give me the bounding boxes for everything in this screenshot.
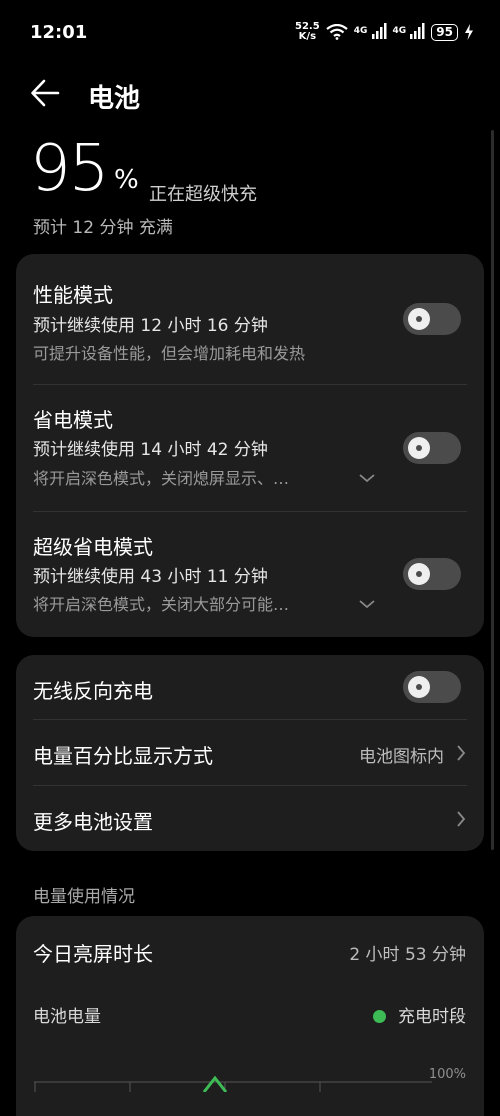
mode-estimate: 预计继续使用 43 小时 11 分钟: [33, 567, 268, 587]
charging-status: 正在超级快充: [149, 184, 257, 205]
battery-percent-value: 95: [30, 132, 109, 206]
performance-mode-row[interactable]: 性能模式 预计继续使用 12 小时 16 分钟 可提升设备性能，但会增加耗电和发…: [16, 254, 484, 384]
network-speed: 52.5 K/s: [295, 22, 320, 42]
expand-chevron-icon[interactable]: [358, 599, 376, 609]
more-battery-settings-label: 更多电池设置: [33, 810, 153, 834]
mode-estimate: 预计继续使用 14 小时 42 分钟: [33, 440, 268, 460]
toggle-knob: [408, 563, 430, 585]
mode-description: 将开启深色模式，关闭大部分可能…: [33, 595, 290, 614]
signal-bars-icon: [371, 22, 386, 39]
battery-level-chart-label: 电池电量: [33, 1007, 101, 1027]
screen-time-value: 2 小时 53 分钟: [349, 945, 466, 965]
page-title: 电池: [88, 84, 141, 114]
status-icons: 52.5 K/s 4G 4G 95: [295, 22, 474, 42]
mode-title: 省电模式: [33, 408, 113, 432]
battery-indicator: 95: [431, 23, 458, 41]
title-bar: 电池: [0, 72, 500, 116]
battery-percent-sign: %: [114, 165, 139, 195]
battery-level-chart: [34, 1075, 432, 1092]
mode-title: 超级省电模式: [33, 535, 153, 559]
mode-description: 可提升设备性能，但会增加耗电和发热: [33, 344, 306, 363]
more-battery-settings-row[interactable]: 更多电池设置: [16, 786, 484, 851]
expand-chevron-icon[interactable]: [358, 473, 376, 483]
usage-card: 今日亮屏时长 2 小时 53 分钟 电池电量 充电时段 100%: [16, 916, 484, 1116]
charging-legend: 充电时段: [373, 1002, 466, 1027]
charging-legend-dot: [373, 1010, 386, 1023]
battery-level-curve: [202, 1075, 228, 1092]
status-bar: 12:01 52.5 K/s 4G 4G 95: [0, 0, 500, 66]
mode-description: 将开启深色模式，关闭熄屏显示、…: [33, 469, 290, 488]
scrollbar[interactable]: [491, 130, 494, 850]
cellular-signal-2: 4G: [392, 22, 426, 42]
back-button[interactable]: [28, 76, 68, 116]
performance-mode-toggle[interactable]: [403, 303, 461, 335]
network-speed-unit: K/s: [298, 31, 317, 42]
signal-bars-icon: [410, 22, 425, 39]
percent-display-row[interactable]: 电量百分比显示方式 电池图标内: [16, 720, 484, 785]
power-saving-mode-row[interactable]: 省电模式 预计继续使用 14 小时 42 分钟 将开启深色模式，关闭熄屏显示、…: [16, 385, 484, 511]
wifi-icon: [326, 24, 348, 40]
charging-legend-label: 充电时段: [398, 1007, 466, 1027]
mode-title: 性能模式: [33, 283, 113, 307]
back-arrow-icon: [31, 79, 60, 107]
power-modes-card: 性能模式 预计继续使用 12 小时 16 分钟 可提升设备性能，但会增加耗电和发…: [16, 254, 484, 637]
percent-display-label: 电量百分比显示方式: [33, 744, 213, 768]
charging-bolt-icon: [465, 24, 473, 40]
reverse-charging-label: 无线反向充电: [33, 679, 153, 703]
mode-estimate: 预计继续使用 12 小时 16 分钟: [33, 316, 268, 336]
full-charge-estimate: 预计 12 分钟 充满: [33, 218, 173, 238]
usage-section-header: 电量使用情况: [33, 887, 135, 907]
chart-axis-label-top: 100%: [428, 1067, 466, 1082]
cellular-signal-1: 4G: [353, 22, 387, 42]
network-type-label-2: 4G: [392, 25, 407, 36]
percent-display-value: 电池图标内: [359, 747, 444, 767]
chevron-right-icon: [457, 745, 466, 761]
super-power-saving-mode-toggle[interactable]: [403, 558, 461, 590]
super-power-saving-mode-row[interactable]: 超级省电模式 预计继续使用 43 小时 11 分钟 将开启深色模式，关闭大部分可…: [16, 512, 484, 637]
power-saving-mode-toggle[interactable]: [403, 432, 461, 464]
screen-time-label: 今日亮屏时长: [33, 942, 153, 966]
network-type-label-1: 4G: [353, 25, 368, 36]
toggle-knob: [408, 308, 430, 330]
toggle-knob: [408, 437, 430, 459]
battery-settings-card: 无线反向充电 电量百分比显示方式 电池图标内 更多电池设置: [16, 655, 484, 851]
status-time: 12:01: [30, 22, 88, 43]
reverse-charging-row[interactable]: 无线反向充电: [16, 655, 484, 719]
toggle-knob: [408, 676, 430, 698]
reverse-charging-toggle[interactable]: [403, 671, 461, 703]
chevron-right-icon: [457, 811, 466, 827]
